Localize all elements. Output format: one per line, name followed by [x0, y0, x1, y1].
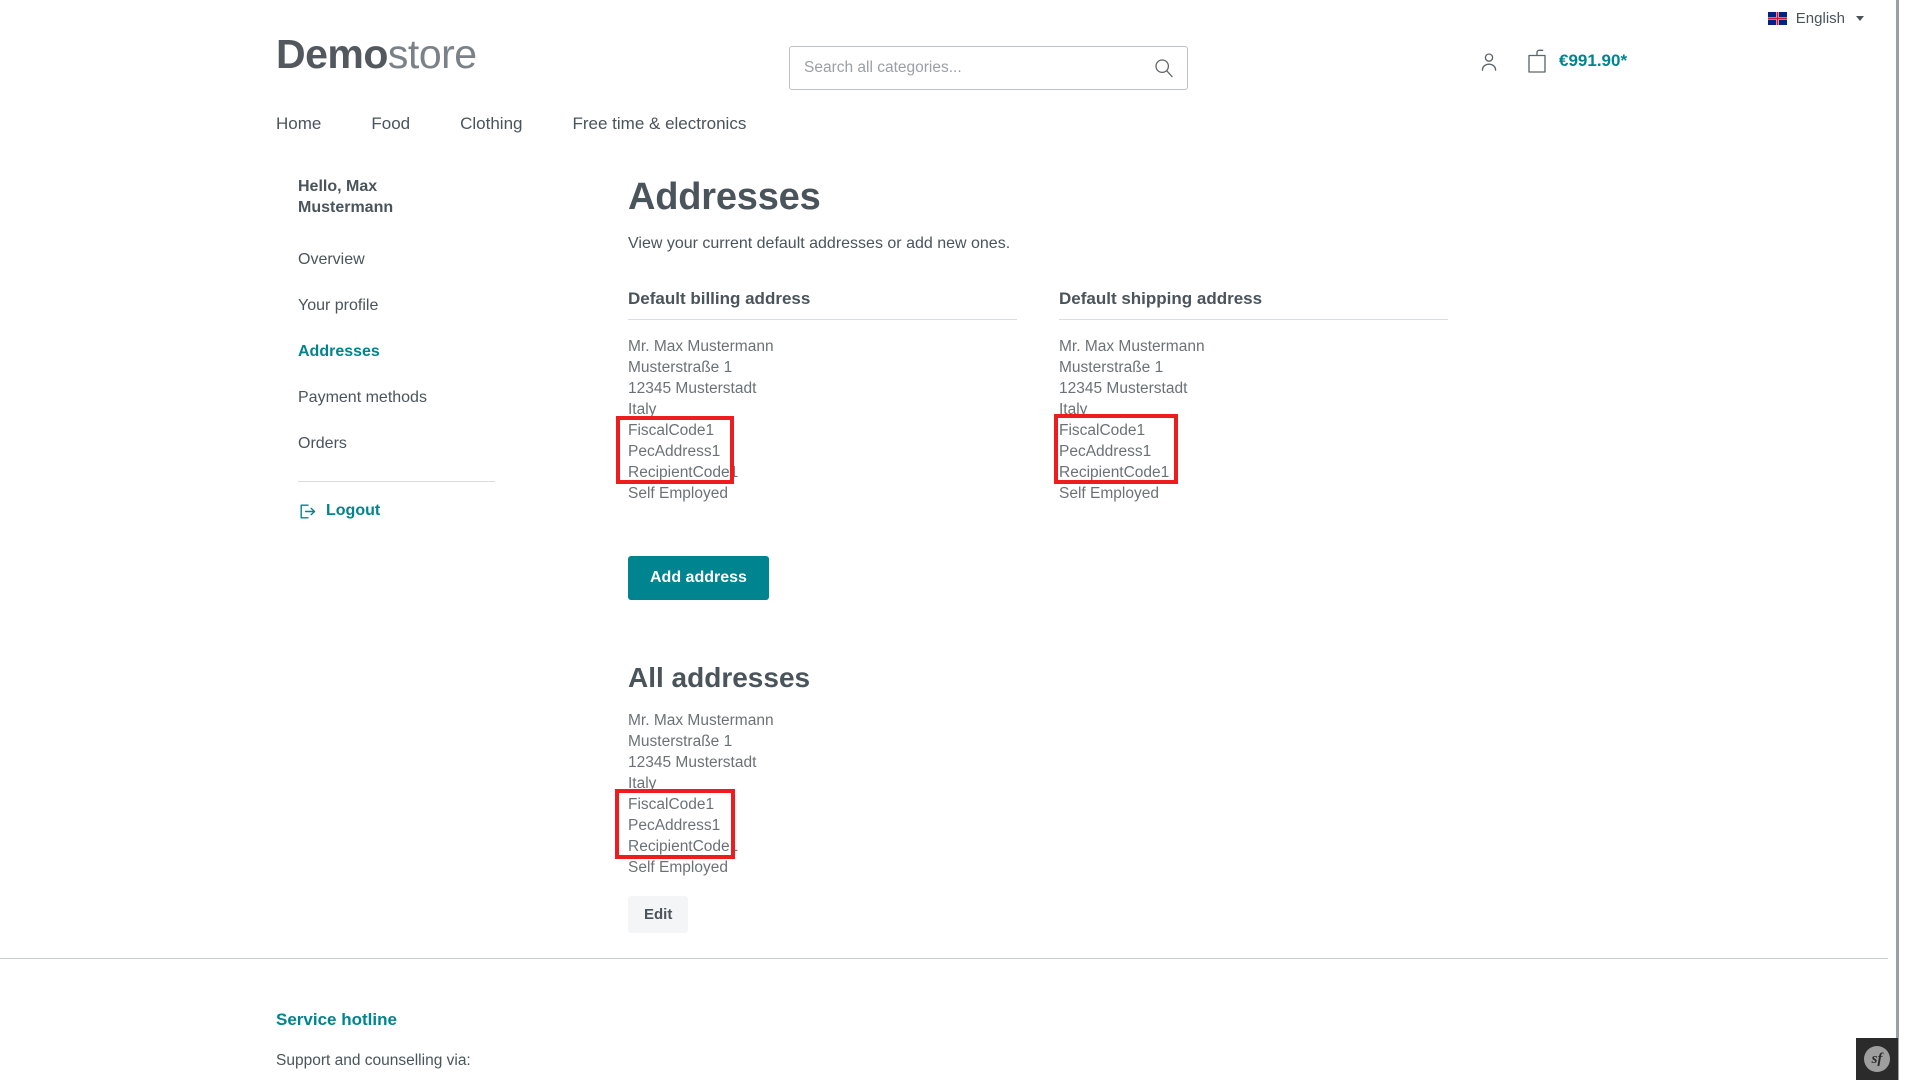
nav-item-clothing[interactable]: Clothing: [460, 108, 522, 140]
all-address-item: Mr. Max Mustermann Musterstraße 1 12345 …: [615, 710, 1448, 878]
shipping-line-name: Mr. Max Mustermann: [1059, 338, 1205, 355]
sidebar-divider: [298, 480, 495, 482]
billing-line-recipient-code: RecipientCode1: [628, 464, 739, 481]
shipping-line-pec-address: PecAddress1: [1059, 443, 1152, 460]
shipping-line-recipient-code: RecipientCode1: [1059, 464, 1170, 481]
search-bar: [789, 46, 1188, 90]
billing-address-heading: Default billing address: [628, 289, 811, 308]
page-root: English Demostore Search all categories.…: [0, 0, 1920, 1080]
edit-button-wrap: Edit: [628, 896, 1448, 933]
shopping-bag-icon: [1528, 49, 1546, 73]
billing-line-pec-address: PecAddress1: [628, 443, 721, 460]
site-footer: Service hotline Support and counselling …: [276, 1010, 471, 1070]
site-header: Demostore €991.90*: [0, 34, 1920, 102]
search-input[interactable]: [789, 46, 1188, 90]
billing-line-self-employed: Self Employed: [628, 485, 728, 502]
billing-line-street: Musterstraße 1: [628, 359, 733, 376]
footer-service-hotline-text: Support and counselling via:: [276, 1052, 471, 1069]
shipping-line-country: Italy: [1059, 401, 1088, 418]
page-title: Addresses: [628, 176, 821, 218]
chevron-down-icon: [1856, 15, 1864, 21]
all-addresses-list: Mr. Max Mustermann Musterstraße 1 12345 …: [615, 710, 1448, 933]
sidebar-item-addresses[interactable]: Addresses: [298, 343, 498, 361]
logout-icon: [300, 504, 316, 519]
logo-bold-text: Demo: [276, 31, 388, 77]
cart-button[interactable]: €991.90*: [1525, 48, 1627, 74]
shipping-heading-rule: [1059, 319, 1448, 320]
account-button[interactable]: [1477, 50, 1501, 79]
shipping-address-heading: Default shipping address: [1059, 289, 1263, 308]
billing-heading-rule: [628, 319, 1017, 320]
shipping-address-lines: Mr. Max Mustermann Musterstraße 1 12345 …: [1054, 336, 1448, 504]
scrollbar-thumb[interactable]: [1896, 0, 1899, 1080]
addresses-main: Addresses View your current default addr…: [615, 176, 1448, 933]
edit-address-button[interactable]: Edit: [628, 896, 689, 933]
sidebar-item-overview[interactable]: Overview: [298, 251, 498, 269]
billing-address-lines: Mr. Max Mustermann Musterstraße 1 12345 …: [616, 336, 1017, 504]
billing-line-fiscal-code: FiscalCode1: [628, 422, 715, 439]
default-billing-address-card: Default billing address Mr. Max Musterma…: [616, 289, 1017, 504]
sidebar-greeting: Hello, Max Mustermann: [298, 178, 394, 217]
logout-label: Logout: [326, 502, 381, 520]
all-line-city: 12345 Musterstadt: [628, 754, 757, 771]
logo-light-text: store: [387, 31, 477, 77]
billing-line-name: Mr. Max Mustermann: [628, 338, 774, 355]
billing-line-country: Italy: [628, 401, 657, 418]
default-shipping-address-card: Default shipping address Mr. Max Musterm…: [1054, 289, 1448, 504]
language-switcher[interactable]: English: [1767, 9, 1864, 27]
shipping-line-city: 12345 Musterstadt: [1059, 380, 1188, 397]
sidebar-item-your-profile[interactable]: Your profile: [298, 297, 498, 315]
shipping-line-street: Musterstraße 1: [1059, 359, 1164, 376]
logout-link[interactable]: Logout: [298, 502, 498, 521]
add-address-button[interactable]: Add address: [628, 556, 769, 600]
sidebar-item-orders[interactable]: Orders: [298, 435, 498, 453]
language-label: English: [1795, 9, 1845, 27]
footer-service-hotline-heading: Service hotline: [276, 1010, 397, 1029]
symfony-debug-toolbar-badge[interactable]: sf: [1856, 1038, 1898, 1080]
nav-item-free-time-electronics[interactable]: Free time & electronics: [572, 108, 746, 140]
search-submit-button[interactable]: [1144, 46, 1184, 90]
account-sidebar: Hello, Max Mustermann Overview Your prof…: [298, 176, 498, 521]
nav-item-home[interactable]: Home: [276, 108, 321, 140]
all-line-street: Musterstraße 1: [628, 733, 733, 750]
footer-divider: [0, 958, 1920, 959]
add-address-button-wrap: Add address: [628, 556, 1448, 600]
all-line-country: Italy: [628, 775, 657, 792]
all-line-recipient-code: RecipientCode1: [628, 838, 739, 855]
vertical-scrollbar[interactable]: [1888, 0, 1920, 1080]
page-subtitle: View your current default addresses or a…: [628, 235, 1011, 252]
search-icon: [1155, 59, 1173, 78]
shipping-line-self-employed: Self Employed: [1059, 485, 1159, 502]
cart-total-amount: €991.90*: [1559, 51, 1628, 70]
default-address-columns: Default billing address Mr. Max Musterma…: [616, 289, 1448, 504]
nav-item-food[interactable]: Food: [371, 108, 410, 140]
site-logo[interactable]: Demostore: [276, 34, 477, 75]
all-line-self-employed: Self Employed: [628, 859, 728, 876]
uk-flag-icon: [1767, 11, 1787, 25]
all-line-pec-address: PecAddress1: [628, 817, 721, 834]
shipping-line-fiscal-code: FiscalCode1: [1059, 422, 1146, 439]
sidebar-item-payment-methods[interactable]: Payment methods: [298, 389, 498, 407]
all-line-fiscal-code: FiscalCode1: [628, 796, 715, 813]
billing-line-city: 12345 Musterstadt: [628, 380, 757, 397]
symfony-logo-icon: sf: [1864, 1046, 1890, 1072]
main-navigation: Home Food Clothing Free time & electroni…: [276, 108, 746, 140]
user-icon: [1481, 53, 1497, 71]
all-line-name: Mr. Max Mustermann: [628, 712, 774, 729]
all-addresses-heading: All addresses: [628, 662, 811, 693]
